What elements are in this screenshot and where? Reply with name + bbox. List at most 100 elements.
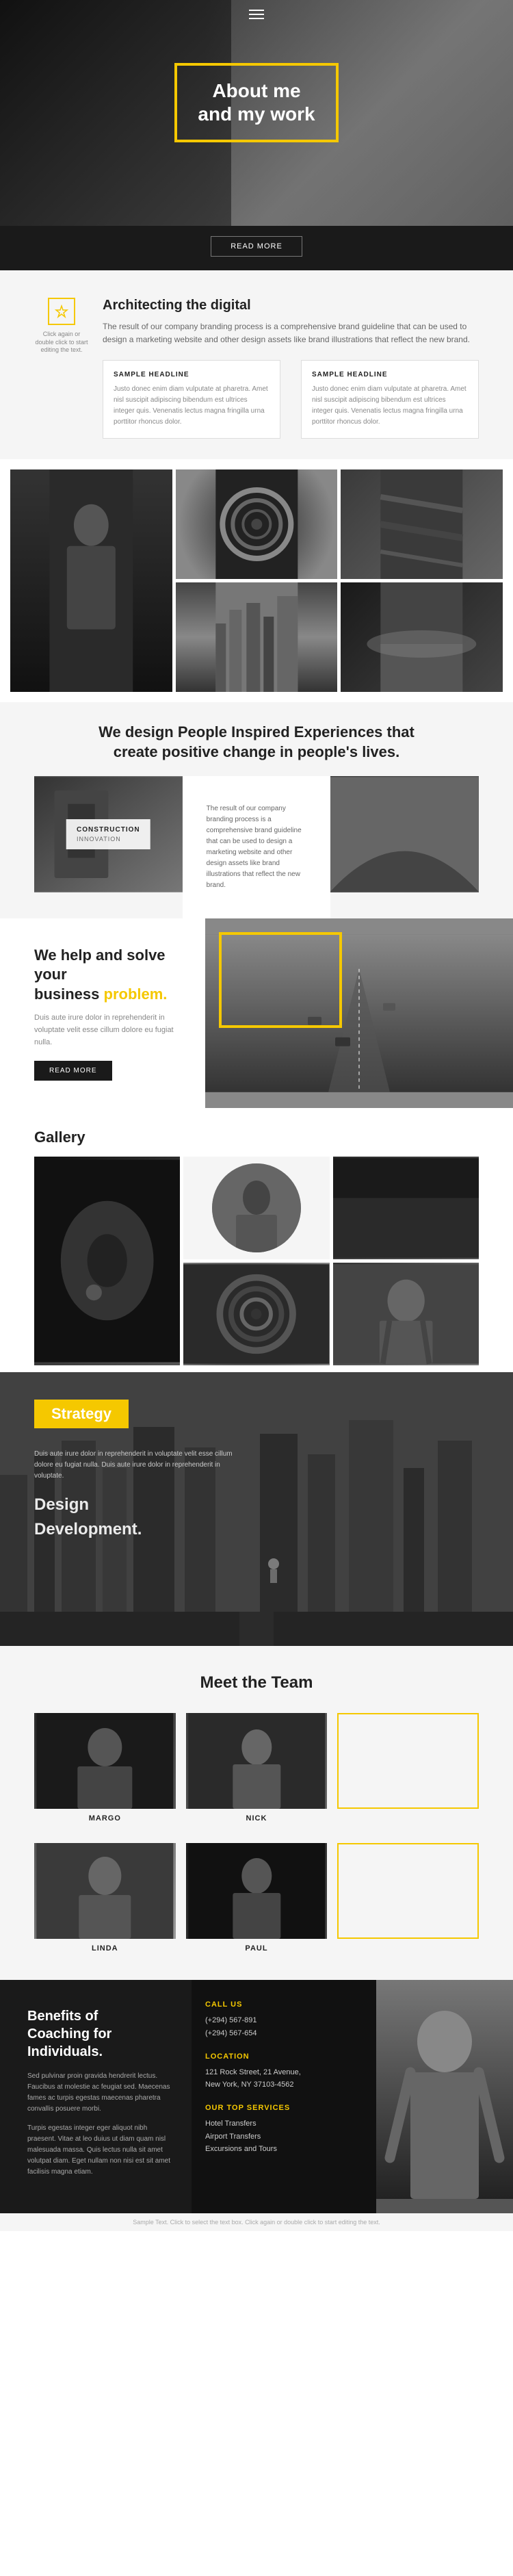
overlay-sub: INNOVATION	[77, 836, 140, 842]
strategy-title: Strategy	[51, 1405, 111, 1422]
gallery-section: Gallery	[0, 1108, 513, 1372]
gallery-title: Gallery	[34, 1129, 479, 1146]
gallery-photo-woman	[333, 1263, 479, 1365]
construction-overlay: CONSTRUCTION INNOVATION	[66, 819, 150, 849]
landscape-graphic	[341, 582, 503, 692]
footer-text: Sample Text. Click to select the text bo…	[133, 2219, 380, 2226]
people-photo-left: CONSTRUCTION INNOVATION	[34, 776, 183, 892]
team-photo-margo	[34, 1713, 176, 1809]
strategy-title-box: Strategy	[34, 1400, 129, 1428]
strategy-item-design: Design	[34, 1495, 479, 1515]
arch-col-2-title: SAMPLE HEADLINE	[312, 371, 468, 378]
hamburger-menu[interactable]	[249, 7, 264, 22]
texture-graphic	[341, 469, 503, 579]
team-member-placeholder-1	[337, 1713, 479, 1822]
business-left: We help and solve your business problem.…	[0, 918, 205, 1109]
business-section: We help and solve your business problem.…	[0, 918, 513, 1109]
woman-photo	[333, 1263, 479, 1365]
dark-photo-right	[333, 1157, 479, 1259]
team-photo-paul	[186, 1843, 328, 1939]
photo-spiral	[176, 469, 338, 579]
business-title-line1: We help and solve your	[34, 946, 166, 983]
arch-columns: SAMPLE HEADLINE Justo donec enim diam vu…	[103, 360, 479, 439]
paul-photo	[186, 1843, 328, 1939]
arch-desc: The result of our company branding proce…	[103, 320, 479, 346]
star-icon	[55, 305, 68, 318]
woman-silhouette	[10, 469, 172, 692]
team-placeholder-box-2	[337, 1843, 479, 1939]
hero-button-container: READ MORE	[0, 226, 513, 270]
call-num-2: (+294) 567-654	[205, 2029, 257, 2037]
team-member-paul: PAUL	[186, 1843, 328, 1953]
team-member-linda: LINDA	[34, 1843, 176, 1953]
arch-content: Architecting the digital The result of o…	[103, 298, 479, 439]
arch-title: Architecting the digital	[103, 298, 479, 313]
gallery-grid	[34, 1157, 479, 1365]
location-text: 121 Rock Street, 21 Avenue, New York, NY…	[205, 2066, 363, 2091]
strategy-text: Duis aute irure dolor in reprehenderit i…	[34, 1449, 239, 1482]
photo-city	[176, 582, 338, 692]
contact-section: Benefits of Coaching for Individuals. Se…	[0, 1980, 513, 2213]
contact-middle-panel: CALL US (+294) 567-891 (+294) 567-654 LO…	[192, 1980, 376, 2213]
spiral-photo	[183, 1263, 329, 1365]
people-text-content: The result of our company branding proce…	[207, 803, 307, 891]
team-member-margo: MARGO	[34, 1713, 176, 1822]
contact-person-photo	[376, 1980, 513, 2199]
call-numbers: (+294) 567-891 (+294) 567-654	[205, 2014, 363, 2039]
arch-icon-container	[48, 298, 75, 325]
business-read-more-button[interactable]: READ MORE	[34, 1061, 112, 1081]
photo-grid-section	[0, 459, 513, 702]
arch-col-1: SAMPLE HEADLINE Justo donec enim diam vu…	[103, 360, 280, 439]
arch-col-1-title: SAMPLE HEADLINE	[114, 371, 269, 378]
team-name-linda: LINDA	[34, 1944, 176, 1953]
footer-note: Sample Text. Click to select the text bo…	[0, 2213, 513, 2231]
team-grid-row1: MARGO NICK	[34, 1713, 479, 1822]
team-photo-linda	[34, 1843, 176, 1939]
strategy-section: Strategy Duis aute irure dolor in repreh…	[0, 1372, 513, 1646]
team-section: Meet the Team MARGO NICK	[0, 1646, 513, 1980]
hero-read-more-button[interactable]: READ MORE	[211, 236, 302, 257]
arch-col-2: SAMPLE HEADLINE Justo donec enim diam vu…	[301, 360, 479, 439]
arch-section: Click again or double click to start edi…	[0, 270, 513, 459]
call-us-title: CALL US	[205, 2000, 363, 2009]
people-section: We design People Inspired Experiences th…	[0, 702, 513, 918]
people-text-cell: The result of our company branding proce…	[183, 776, 331, 918]
gallery-circle-container	[183, 1157, 329, 1259]
arch-click-text: Click again or double click to start edi…	[34, 331, 89, 355]
call-num-1: (+294) 567-891	[205, 2016, 257, 2024]
business-photo	[205, 918, 513, 1109]
spiral-graphic	[176, 469, 338, 579]
contact-desc-2: Turpis egestas integer eger aliquot nibh…	[27, 2123, 171, 2178]
photo-landscape	[341, 582, 503, 692]
gallery-photo-circle	[212, 1163, 301, 1252]
hero-container: About me and my work	[0, 0, 513, 226]
margo-photo	[34, 1713, 176, 1809]
business-highlight: problem.	[104, 986, 168, 1003]
team-member-nick: NICK	[186, 1713, 328, 1822]
ear-photo	[34, 1157, 180, 1365]
gallery-photo-spiral	[183, 1263, 329, 1365]
business-right-frame	[219, 932, 342, 1028]
team-name-paul: PAUL	[186, 1944, 328, 1953]
hero-title: About me and my work	[198, 79, 315, 125]
people-grid: CONSTRUCTION INNOVATION The result of ou…	[34, 776, 479, 918]
strategy-item-development: Development.	[34, 1520, 479, 1539]
team-name-nick: NICK	[186, 1814, 328, 1822]
location-title: LOCATION	[205, 2052, 363, 2061]
nick-photo	[186, 1713, 328, 1809]
team-title: Meet the Team	[34, 1673, 479, 1692]
contact-left-panel: Benefits of Coaching for Individuals. Se…	[0, 1980, 192, 2213]
linda-photo	[34, 1843, 176, 1939]
contact-desc-1: Sed pulvinar proin gravida hendrerit lec…	[27, 2071, 171, 2115]
contact-photo	[376, 1980, 513, 2213]
people-title: We design People Inspired Experiences th…	[34, 723, 479, 762]
contact-title: Benefits of Coaching for Individuals.	[27, 2007, 171, 2061]
team-grid-row2: LINDA PAUL	[34, 1843, 479, 1953]
business-desc: Duis aute irure dolor in reprehenderit i…	[34, 1012, 185, 1048]
business-title-line2: business	[34, 986, 99, 1003]
business-title: We help and solve your business problem.	[34, 946, 185, 1005]
team-grid-spacer	[34, 1833, 479, 1843]
team-member-placeholder-2	[337, 1843, 479, 1953]
gallery-photo-ear	[34, 1157, 180, 1365]
arch-left-column: Click again or double click to start edi…	[34, 298, 89, 355]
